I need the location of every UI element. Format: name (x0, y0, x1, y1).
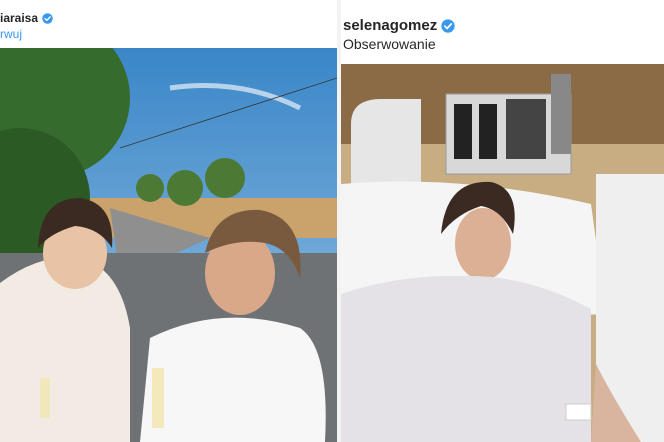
left-post: iaraisa rwuj (0, 0, 337, 442)
right-post-username-text[interactable]: selenagomez (343, 17, 437, 34)
right-post-username[interactable]: selenagomez (343, 17, 455, 34)
left-post-photo[interactable] (0, 48, 337, 442)
right-post-follow-button[interactable]: Obserwowanie (343, 36, 436, 52)
right-post-header: selenagomez Obserwowanie (341, 0, 664, 64)
right-post: selenagomez Obserwowanie (341, 0, 664, 442)
photo-hospital-room (341, 64, 664, 442)
photo-two-women-champagne (0, 48, 337, 442)
verified-badge-icon (42, 12, 53, 24)
left-post-username-text[interactable]: iaraisa (0, 11, 38, 25)
left-post-header: iaraisa rwuj (0, 0, 337, 48)
left-post-follow-button[interactable]: rwuj (0, 27, 22, 41)
left-post-username[interactable]: iaraisa (0, 11, 53, 25)
right-post-photo[interactable] (341, 64, 664, 442)
verified-badge-icon (441, 18, 455, 33)
